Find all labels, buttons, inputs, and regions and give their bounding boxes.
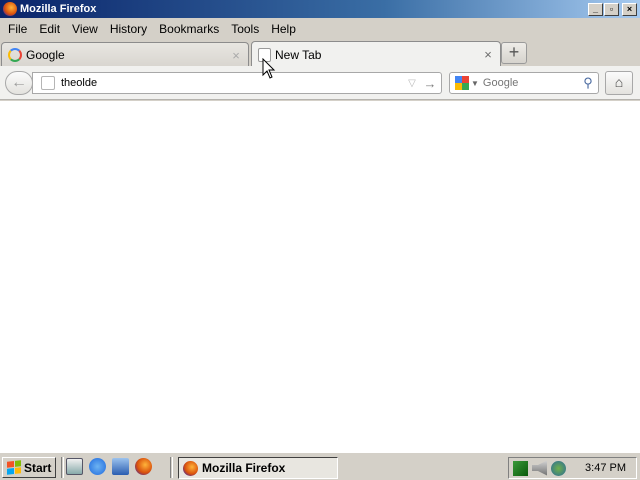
history-dropdown-icon[interactable]: ▽ [405, 78, 419, 89]
outlook-express-icon[interactable] [112, 458, 129, 475]
taskbar: Start Mozilla Firefox 3:47 PM [0, 452, 640, 480]
menu-bar: File Edit View History Bookmarks Tools H… [0, 18, 640, 39]
page-content[interactable] [0, 101, 640, 452]
search-bar[interactable]: ▼ ⚲ [449, 72, 599, 94]
system-tray: 3:47 PM [508, 457, 637, 479]
restore-button[interactable]: ▫ [604, 2, 619, 16]
close-tab-icon[interactable]: × [482, 47, 494, 62]
quick-launch [66, 458, 152, 475]
search-magnifier-icon[interactable]: ⚲ [578, 75, 598, 91]
start-button[interactable]: Start [2, 457, 56, 478]
url-bar[interactable]: ▽ → [32, 72, 442, 94]
windows-logo-icon [7, 460, 21, 475]
google-engine-icon[interactable] [455, 76, 469, 90]
menu-history[interactable]: History [104, 22, 153, 36]
show-desktop-icon[interactable] [66, 458, 83, 475]
menu-view[interactable]: View [66, 22, 104, 36]
firefox-icon [3, 2, 17, 16]
internet-explorer-icon[interactable] [89, 458, 106, 475]
taskbar-separator [170, 457, 173, 478]
mouse-cursor-icon [262, 58, 276, 79]
taskbar-separator [61, 457, 64, 478]
close-tab-icon[interactable]: × [230, 48, 242, 63]
window-controls: _ ▫ × [588, 2, 638, 16]
home-button[interactable]: ⌂ [605, 71, 633, 95]
menu-edit[interactable]: Edit [33, 22, 66, 36]
taskbar-firefox-button[interactable]: Mozilla Firefox [178, 457, 338, 479]
clock[interactable]: 3:47 PM [585, 462, 626, 474]
firefox-icon [183, 460, 198, 476]
back-button[interactable]: ← [5, 71, 33, 95]
go-arrow-icon[interactable]: → [419, 76, 441, 91]
tab-label: Google [26, 48, 65, 62]
tab-label: New Tab [275, 47, 322, 62]
volume-icon[interactable] [532, 460, 547, 476]
menu-file[interactable]: File [2, 22, 33, 36]
navigation-toolbar: ▽ → ← ▼ ⚲ ⌂ [0, 66, 640, 100]
url-input[interactable] [61, 77, 405, 89]
tab-google[interactable]: Google × [1, 42, 249, 67]
close-window-button[interactable]: × [622, 2, 637, 16]
network-icon[interactable] [513, 460, 528, 476]
site-identity-icon[interactable] [41, 76, 55, 90]
firefox-launch-icon[interactable] [135, 458, 152, 475]
start-label: Start [24, 460, 52, 475]
google-favicon-icon [8, 48, 22, 62]
window-titlebar[interactable]: Mozilla Firefox _ ▫ × [0, 0, 640, 18]
tab-new-tab[interactable]: New Tab × [251, 41, 501, 67]
menu-bookmarks[interactable]: Bookmarks [153, 22, 225, 36]
security-shield-icon[interactable] [551, 460, 566, 476]
task-label: Mozilla Firefox [202, 461, 286, 475]
engine-dropdown-icon[interactable]: ▼ [471, 79, 479, 88]
search-input[interactable] [482, 77, 578, 89]
new-tab-button[interactable]: + [501, 42, 527, 64]
minimize-button[interactable]: _ [588, 2, 603, 16]
menu-help[interactable]: Help [265, 22, 302, 36]
window-title: Mozilla Firefox [20, 3, 97, 15]
menu-tools[interactable]: Tools [225, 22, 265, 36]
